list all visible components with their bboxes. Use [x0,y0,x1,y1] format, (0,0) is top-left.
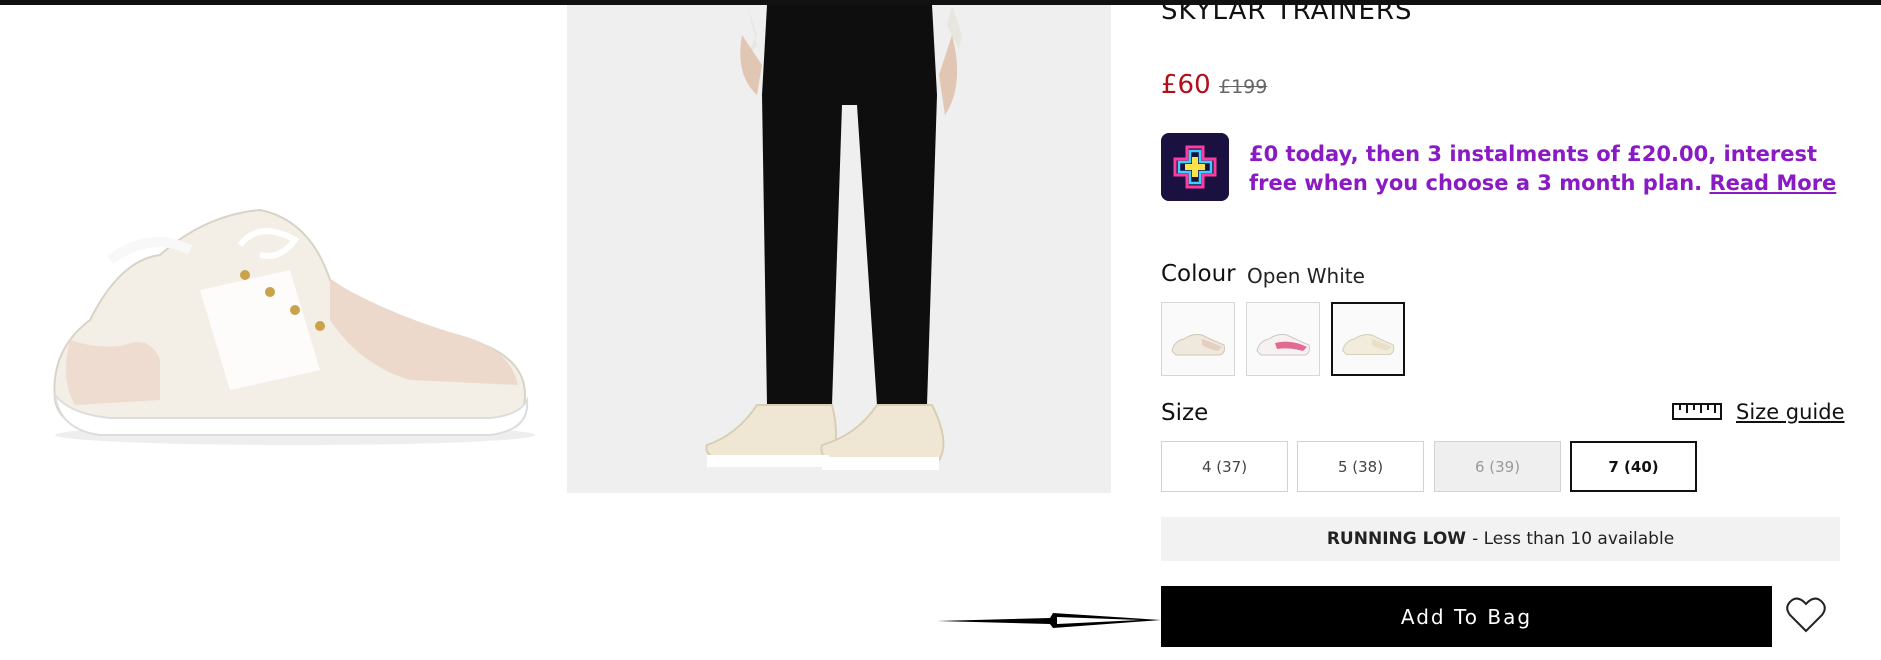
colour-swatch-2[interactable] [1246,302,1320,376]
colour-label: Colour [1161,261,1236,287]
size-label: Size [1161,400,1209,426]
size-guide-link[interactable]: Size guide [1736,400,1845,424]
size-option-3[interactable]: 6 (39) [1434,441,1561,492]
heart-icon[interactable] [1785,595,1827,635]
ruler-icon [1672,403,1722,420]
stock-detail: - Less than 10 available [1472,529,1675,549]
product-image-model[interactable] [567,5,1111,493]
product-title: SKYLAR TRAINERS [1161,0,1413,26]
pink-trainer-swatch [1256,334,1310,356]
colour-swatch-3[interactable] [1331,302,1405,376]
finance-message: £0 today, then 3 instalments of £20.00, … [1249,140,1849,198]
colour-swatch-1[interactable] [1161,302,1235,376]
stock-status: RUNNING LOW [1326,529,1467,549]
finance-cross-icon [1161,133,1229,201]
product-image-side[interactable] [30,200,550,460]
product-gallery [0,0,1130,660]
colour-value: Open White [1247,264,1365,288]
read-more-link[interactable]: Read More [1709,171,1836,195]
pointer-arrow-icon [937,613,1161,628]
stock-banner: RUNNING LOW - Less than 10 available [1161,517,1840,561]
original-price: £199 [1219,76,1268,98]
current-price: £60 [1161,70,1211,100]
size-option-1[interactable]: 4 (37) [1161,441,1288,492]
size-option-2[interactable]: 5 (38) [1297,441,1424,492]
add-to-bag-button[interactable]: Add To Bag [1161,586,1772,647]
white-beige-trainer-swatch [1171,334,1225,356]
size-option-4[interactable]: 7 (40) [1570,441,1697,492]
open-white-trainer-swatch [1342,334,1395,356]
